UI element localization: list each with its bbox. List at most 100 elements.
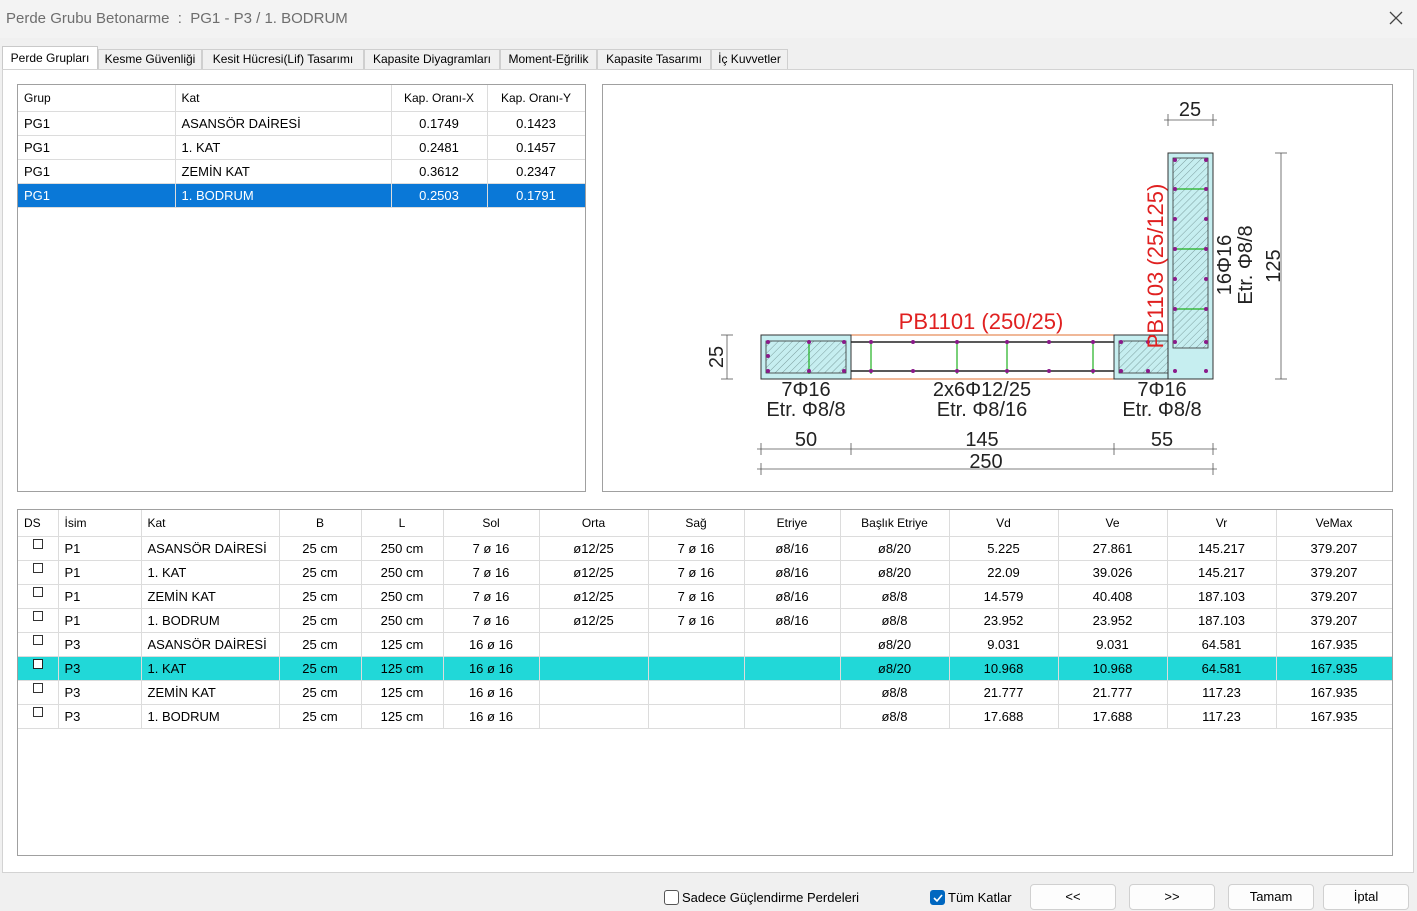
group-table[interactable]: Grup Kat Kap. Oranı-X Kap. Oranı-Y PG1 A…: [17, 84, 586, 492]
cell-kap-x: 0.2481: [391, 135, 488, 160]
only-strengthening-checkbox[interactable]: Sadece Güçlendirme Perdeleri: [664, 888, 859, 906]
wall-row[interactable]: P3 ZEMİN KAT 25 cm 125 cm 16 ø 16 ø8/8 21.777 2…: [18, 680, 1392, 705]
ds-checkbox[interactable]: [32, 586, 43, 597]
ds-checkbox[interactable]: [32, 562, 43, 573]
cell-ds: [18, 704, 59, 729]
col-vd[interactable]: Vd: [949, 510, 1059, 537]
ds-checkbox[interactable]: [32, 682, 43, 693]
prev-button[interactable]: <<: [1030, 884, 1116, 910]
footer-bar: Sadece Güçlendirme Perdeleri Tüm Katlar …: [0, 876, 1417, 911]
wall-row[interactable]: P3 1. BODRUM 25 cm 125 cm 16 ø 16 ø8/8 17.688 1…: [18, 704, 1392, 729]
cell-sag: [648, 680, 745, 705]
ds-checkbox[interactable]: [32, 610, 43, 621]
cell-b: 25 cm: [279, 656, 362, 681]
ds-checkbox[interactable]: [32, 706, 43, 717]
cancel-button[interactable]: İptal: [1323, 884, 1409, 910]
section-drawing[interactable]: 25 25 125 50 145 55 250 PB1101 (250/25) …: [602, 84, 1393, 492]
label-vertical-wall: PB1103 (25/125): [1143, 184, 1168, 349]
cell-b: 25 cm: [279, 608, 362, 633]
label-horizontal-wall: PB1101 (250/25): [899, 309, 1064, 334]
col-baslik-etriye[interactable]: Başlık Etriye: [840, 510, 950, 537]
col-grup[interactable]: Grup: [18, 85, 176, 112]
tab-kesit-hucresi[interactable]: Kesit Hücresi(Lif) Tasarımı: [202, 49, 364, 69]
cell-vemax: 379.207: [1276, 536, 1392, 561]
tab-kesme-guvenligi[interactable]: Kesme Güvenliği: [98, 49, 202, 69]
col-isim[interactable]: İsim: [58, 510, 142, 537]
next-button[interactable]: >>: [1129, 884, 1215, 910]
cell-baslik-etriye: ø8/8: [840, 608, 950, 633]
cell-kap-y: 0.1457: [487, 135, 585, 160]
group-row[interactable]: PG1 ZEMİN KAT 0.3612 0.2347: [18, 159, 585, 184]
cell-ds: [18, 584, 59, 609]
ds-checkbox[interactable]: [32, 634, 43, 645]
col-kap-x[interactable]: Kap. Oranı-X: [391, 85, 488, 112]
cell-vemax: 167.935: [1276, 632, 1392, 657]
ok-button[interactable]: Tamam: [1228, 884, 1314, 910]
cell-etriye: [744, 680, 841, 705]
cell-kat: ZEMİN KAT: [141, 584, 280, 609]
col-kat[interactable]: Kat: [141, 510, 280, 537]
wall-table[interactable]: DS İsim Kat B L Sol Orta Sağ Etriye Başl…: [17, 509, 1393, 856]
group-row[interactable]: PG1 1. KAT 0.2481 0.1457: [18, 135, 585, 160]
checkbox-checked-icon: [930, 889, 945, 905]
cell-ds: [18, 656, 59, 681]
col-kap-y[interactable]: Kap. Oranı-Y: [487, 85, 585, 112]
only-strengthening-label: Sadece Güçlendirme Perdeleri: [682, 889, 860, 905]
cell-isim: P1: [58, 608, 142, 633]
cell-etriye: ø8/16: [744, 560, 841, 585]
cell-isim: P1: [58, 560, 142, 585]
tab-ic-kuvvetler[interactable]: İç Kuvvetler: [711, 49, 788, 69]
cell-vr: 64.581: [1167, 656, 1277, 681]
wall-row[interactable]: P3 ASANSÖR DAİRESİ 25 cm 125 cm 16 ø 16 ø8/20…: [18, 632, 1392, 657]
col-etriye[interactable]: Etriye: [744, 510, 841, 537]
tab-perde-gruplari[interactable]: Perde Grupları: [2, 46, 98, 70]
wall-row[interactable]: P1 ASANSÖR DAİRESİ 25 cm 250 cm 7 ø 16 ø12/25…: [18, 536, 1392, 561]
cell-isim: P1: [58, 536, 142, 561]
group-row[interactable]: PG1 ASANSÖR DAİRESİ 0.1749 0.1423: [18, 111, 585, 136]
dim-right: 125: [1263, 249, 1285, 282]
cell-etriye: ø8/16: [744, 536, 841, 561]
wall-row-highlighted[interactable]: P3 1. KAT 25 cm 125 cm 16 ø 16 ø8/20 10.968 10.…: [18, 656, 1392, 681]
cell-kap-y: 0.1423: [487, 111, 585, 136]
cell-baslik-etriye: ø8/20: [840, 560, 950, 585]
cell-vd: 14.579: [949, 584, 1059, 609]
col-b[interactable]: B: [279, 510, 362, 537]
col-vr[interactable]: Vr: [1167, 510, 1277, 537]
cell-kap-x: 0.1749: [391, 111, 488, 136]
all-floors-label: Tüm Katlar: [948, 889, 1012, 905]
col-l[interactable]: L: [361, 510, 444, 537]
close-button[interactable]: [1381, 4, 1411, 32]
wall-table-header: DS İsim Kat B L Sol Orta Sağ Etriye Başl…: [18, 510, 1392, 537]
tab-kapasite-diyagramlari[interactable]: Kapasite Diyagramları: [364, 49, 500, 69]
ds-checkbox[interactable]: [32, 658, 43, 669]
cell-b: 25 cm: [279, 680, 362, 705]
col-ds[interactable]: DS: [18, 510, 59, 537]
cell-sag: 7 ø 16: [648, 536, 745, 561]
group-row-selected[interactable]: PG1 1. BODRUM 0.2503 0.1791: [18, 183, 585, 208]
wall-row[interactable]: P1 1. KAT 25 cm 250 cm 7 ø 16 ø12/25 7 ø 16 ø8/…: [18, 560, 1392, 585]
tab-kapasite-tasarimi[interactable]: Kapasite Tasarımı: [597, 49, 711, 69]
cell-grup: PG1: [18, 183, 176, 208]
cell-vr: 64.581: [1167, 632, 1277, 657]
cell-sag: [648, 704, 745, 729]
cell-kap-x: 0.2503: [391, 183, 488, 208]
col-kat[interactable]: Kat: [175, 85, 392, 112]
left-stirrup-label: Etr. Φ8/8: [766, 399, 845, 421]
col-ve[interactable]: Ve: [1058, 510, 1168, 537]
cell-vemax: 379.207: [1276, 560, 1392, 585]
dim-left: 25: [706, 346, 728, 368]
wall-row[interactable]: P1 ZEMİN KAT 25 cm 250 cm 7 ø 16 ø12/25 7 ø 16…: [18, 584, 1392, 609]
col-sag[interactable]: Sağ: [648, 510, 745, 537]
ds-checkbox[interactable]: [32, 538, 43, 549]
cell-sag: 7 ø 16: [648, 584, 745, 609]
mid-stirrup-label: Etr. Φ8/16: [937, 399, 1027, 421]
col-sol[interactable]: Sol: [443, 510, 540, 537]
cell-isim: P3: [58, 704, 142, 729]
dim-top: 25: [1179, 99, 1201, 121]
wall-row[interactable]: P1 1. BODRUM 25 cm 250 cm 7 ø 16 ø12/25 7 ø 16…: [18, 608, 1392, 633]
col-vemax[interactable]: VeMax: [1276, 510, 1392, 537]
tab-moment-egrilik[interactable]: Moment-Eğrilik: [500, 49, 597, 69]
col-orta[interactable]: Orta: [539, 510, 649, 537]
cell-etriye: [744, 632, 841, 657]
all-floors-checkbox[interactable]: Tüm Katlar: [930, 888, 1012, 906]
